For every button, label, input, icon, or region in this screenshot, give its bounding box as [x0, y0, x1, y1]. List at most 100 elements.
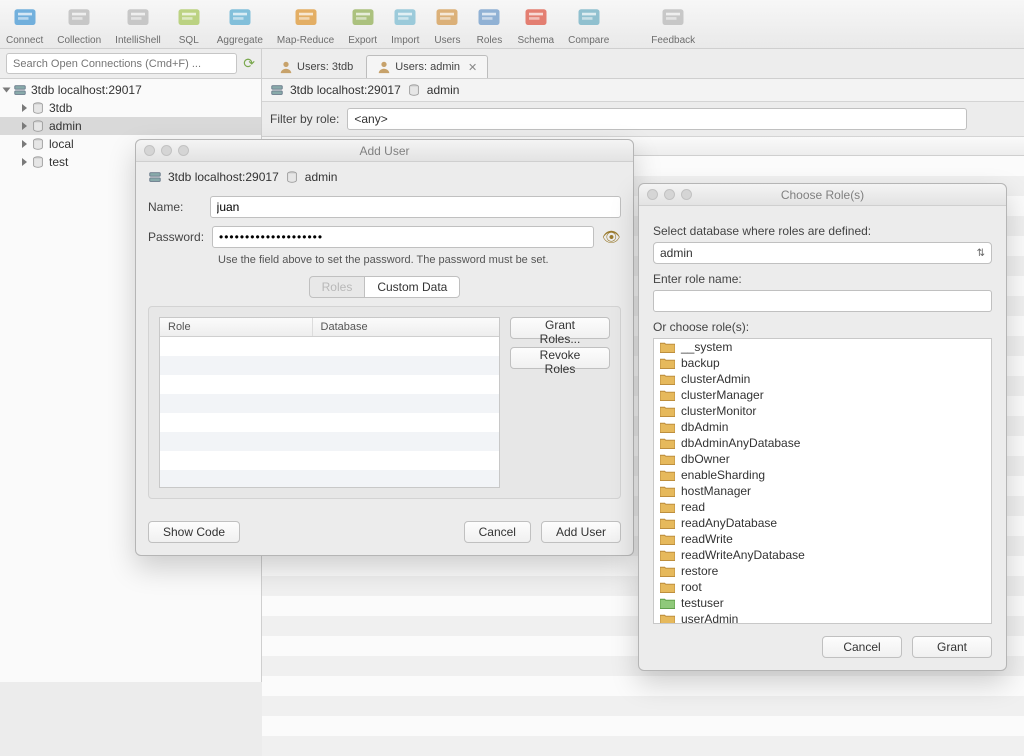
- toolbar-mapreduce[interactable]: Map-Reduce: [277, 4, 334, 46]
- toolbar-aggregate[interactable]: Aggregate: [217, 4, 263, 46]
- col-database[interactable]: Database: [313, 318, 376, 336]
- role-item[interactable]: clusterMonitor: [654, 403, 991, 419]
- role-item[interactable]: testuser: [654, 595, 991, 611]
- password-input[interactable]: [212, 226, 594, 248]
- or-choose-label: Or choose role(s):: [653, 320, 992, 334]
- dialog-titlebar[interactable]: Add User: [136, 140, 633, 162]
- toolbar-export[interactable]: Export: [348, 4, 377, 46]
- role-item[interactable]: clusterManager: [654, 387, 991, 403]
- grant-roles-button[interactable]: Grant Roles...: [510, 317, 610, 339]
- toolbar-label: IntelliShell: [115, 35, 161, 46]
- role-item[interactable]: clusterAdmin: [654, 371, 991, 387]
- role-name: userAdmin: [681, 612, 738, 624]
- name-input[interactable]: [210, 196, 621, 218]
- folder-icon: [660, 453, 675, 465]
- folder-icon: [660, 373, 675, 385]
- editor-tab[interactable]: Users: admin ✕: [366, 55, 488, 78]
- role-item[interactable]: enableSharding: [654, 467, 991, 483]
- server-icon: [270, 83, 284, 97]
- select-db-label: Select database where roles are defined:: [653, 224, 992, 238]
- database-icon: [285, 170, 299, 184]
- filter-role-input[interactable]: <any>: [347, 108, 967, 130]
- toolbar-roles[interactable]: Roles: [475, 4, 503, 46]
- chevron-right-icon[interactable]: [22, 122, 27, 130]
- sub-toolbar: ⟳ Users: 3tdb Users: admin ✕: [0, 49, 1024, 79]
- breadcrumb-host: 3tdb localhost:29017: [290, 83, 401, 97]
- toolbar-label: Collection: [57, 35, 101, 46]
- tab-roles[interactable]: Roles: [309, 276, 366, 298]
- role-name-input[interactable]: [653, 290, 992, 312]
- password-label: Password:: [148, 230, 204, 244]
- database-icon: [31, 137, 45, 151]
- toolbar-collection[interactable]: Collection: [57, 4, 101, 46]
- roles-table[interactable]: Role Database: [159, 317, 500, 488]
- dialog-titlebar[interactable]: Choose Role(s): [639, 184, 1006, 206]
- cancel-button[interactable]: Cancel: [822, 636, 902, 658]
- toolbar-sql[interactable]: SQL: [175, 4, 203, 46]
- name-label: Name:: [148, 200, 202, 214]
- role-item[interactable]: read: [654, 499, 991, 515]
- chevron-down-icon[interactable]: [3, 88, 11, 93]
- tree-host-label: 3tdb localhost:29017: [31, 83, 142, 97]
- choose-roles-dialog: Choose Role(s) Select database where rol…: [638, 183, 1007, 671]
- grant-button[interactable]: Grant: [912, 636, 992, 658]
- eye-icon[interactable]: 👁: [602, 228, 621, 246]
- toolbar-label: Feedback: [651, 35, 695, 46]
- role-item[interactable]: restore: [654, 563, 991, 579]
- role-item[interactable]: dbAdminAnyDatabase: [654, 435, 991, 451]
- editor-tab[interactable]: Users: 3tdb: [268, 55, 364, 78]
- col-role[interactable]: Role: [160, 318, 313, 336]
- role-item[interactable]: hostManager: [654, 483, 991, 499]
- chevron-right-icon[interactable]: [22, 140, 27, 148]
- window-controls[interactable]: [144, 145, 189, 156]
- refresh-icon[interactable]: ⟳: [243, 55, 255, 72]
- role-item[interactable]: backup: [654, 355, 991, 371]
- cancel-button[interactable]: Cancel: [464, 521, 531, 543]
- toolbar-feedback[interactable]: Feedback: [651, 4, 695, 46]
- dialog-title: Add User: [359, 144, 409, 158]
- role-item[interactable]: readWriteAnyDatabase: [654, 547, 991, 563]
- add-user-button[interactable]: Add User: [541, 521, 621, 543]
- role-item[interactable]: readAnyDatabase: [654, 515, 991, 531]
- chevron-right-icon[interactable]: [22, 158, 27, 166]
- breadcrumb-db: admin: [427, 83, 460, 97]
- tab-label: Users: admin: [395, 61, 460, 73]
- tree-db-3tdb[interactable]: 3tdb: [0, 99, 261, 117]
- revoke-roles-button[interactable]: Revoke Roles: [510, 347, 610, 369]
- compare-icon: [575, 4, 603, 35]
- tree-host[interactable]: 3tdb localhost:29017: [0, 81, 261, 99]
- search-input[interactable]: [6, 53, 237, 74]
- role-item[interactable]: __system: [654, 339, 991, 355]
- role-item[interactable]: root: [654, 579, 991, 595]
- tab-custom-data[interactable]: Custom Data: [365, 276, 460, 298]
- toolbar-label: Schema: [517, 35, 554, 46]
- toolbar-label: Export: [348, 35, 377, 46]
- toolbar-connect[interactable]: Connect: [6, 4, 43, 46]
- window-controls[interactable]: [647, 189, 692, 200]
- folder-icon: [660, 549, 675, 561]
- chevron-right-icon[interactable]: [22, 104, 27, 112]
- role-item[interactable]: dbOwner: [654, 451, 991, 467]
- folder-icon: [660, 565, 675, 577]
- toolbar-import[interactable]: Import: [391, 4, 419, 46]
- toolbar-compare[interactable]: Compare: [568, 4, 609, 46]
- toolbar-users[interactable]: Users: [433, 4, 461, 46]
- database-select[interactable]: admin ⇅: [653, 242, 992, 264]
- role-name: backup: [681, 356, 720, 370]
- db-plug-icon: [11, 4, 39, 35]
- tree-db-admin[interactable]: admin: [0, 117, 261, 135]
- folder-icon: [660, 501, 675, 513]
- close-icon[interactable]: ✕: [468, 61, 477, 74]
- toolbar-schema[interactable]: Schema: [517, 4, 554, 46]
- role-name: restore: [681, 564, 718, 578]
- role-list[interactable]: __system backup clusterAdmin clusterMana…: [653, 338, 992, 624]
- toolbar-intellishell[interactable]: IntelliShell: [115, 4, 161, 46]
- role-item[interactable]: userAdmin: [654, 611, 991, 624]
- folder-icon: [660, 421, 675, 433]
- role-item[interactable]: dbAdmin: [654, 419, 991, 435]
- schema-icon: [522, 4, 550, 35]
- password-hint: Use the field above to set the password.…: [218, 254, 621, 266]
- role-item[interactable]: readWrite: [654, 531, 991, 547]
- show-code-button[interactable]: Show Code: [148, 521, 240, 543]
- database-icon: [31, 155, 45, 169]
